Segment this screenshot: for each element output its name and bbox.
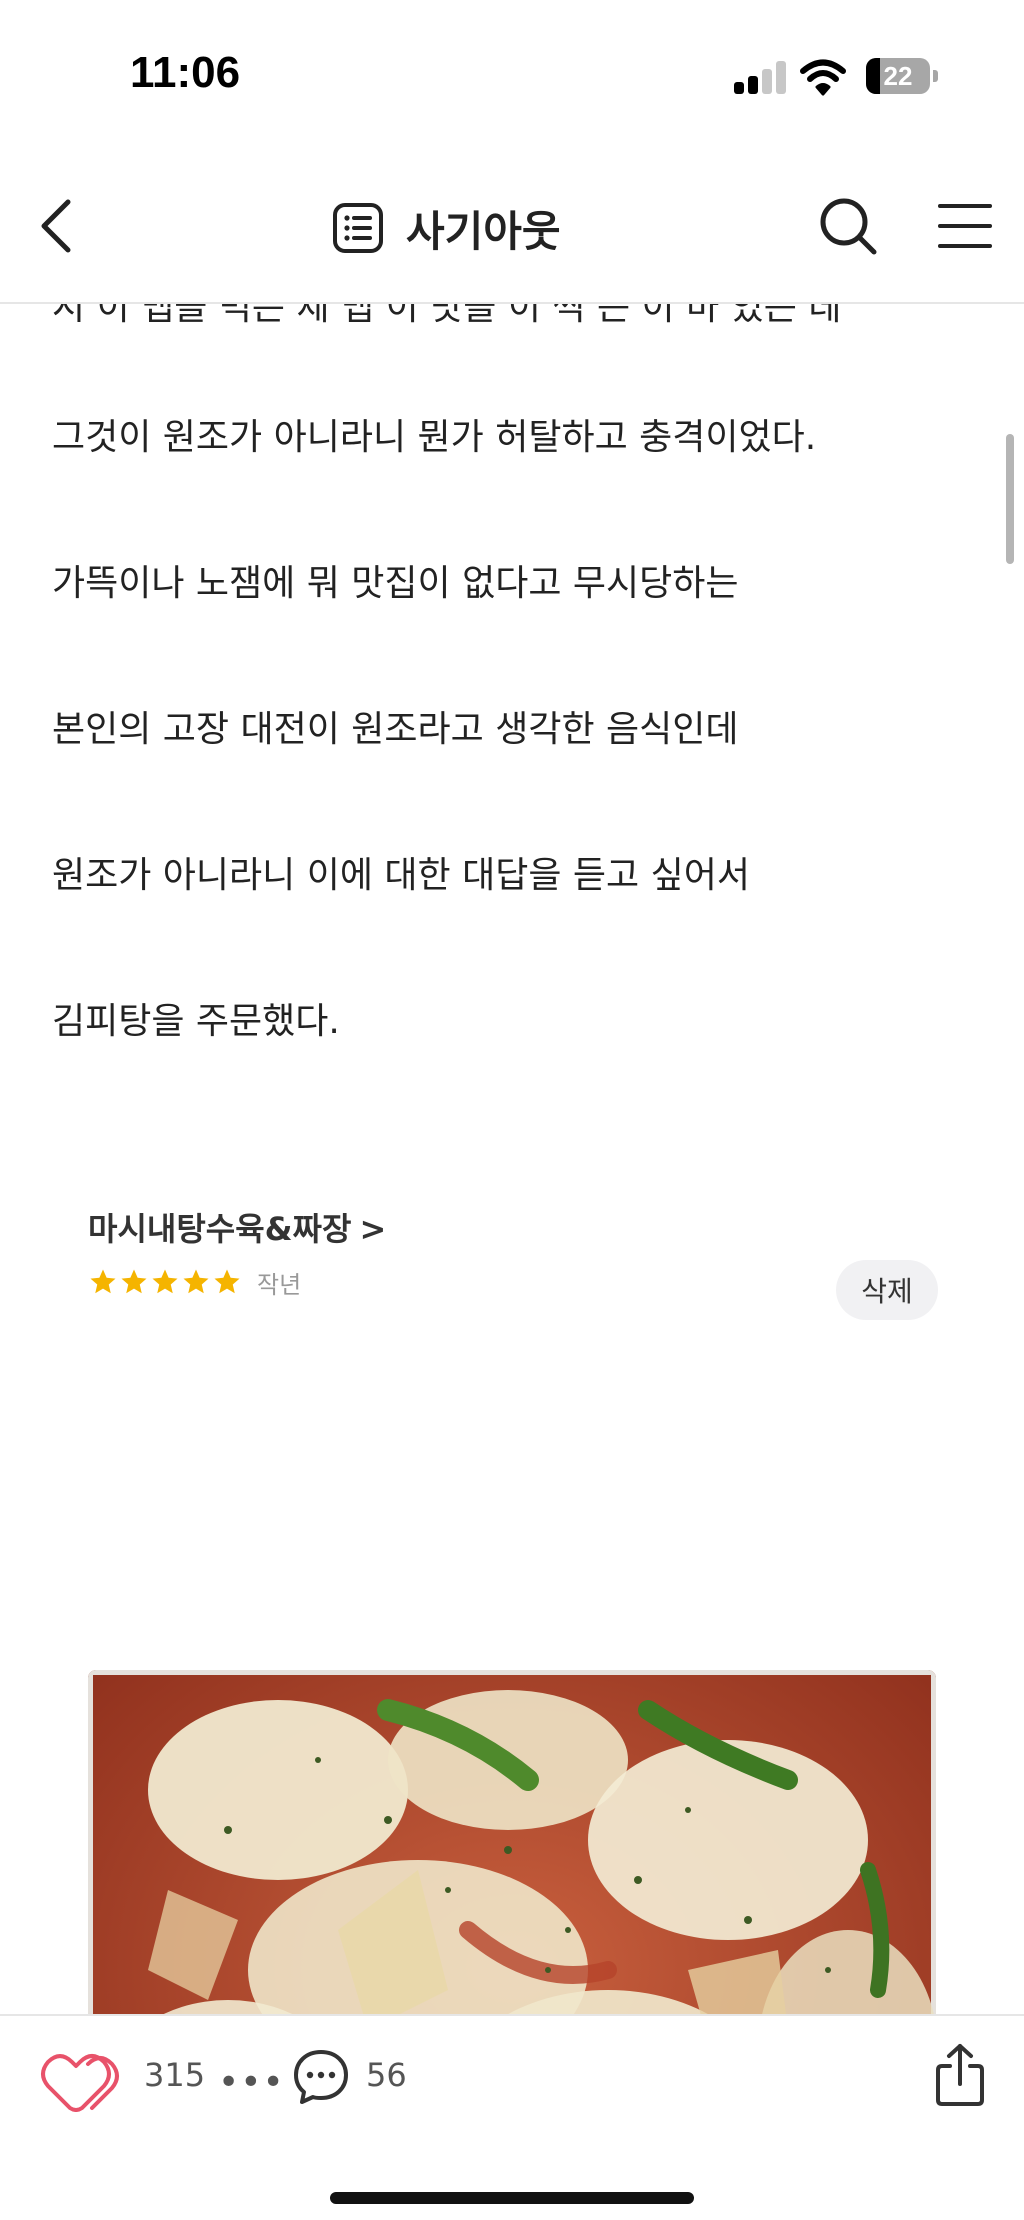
delete-button[interactable]: 삭제 xyxy=(836,1260,938,1320)
food-photo[interactable] xyxy=(88,1670,936,2014)
store-name-link[interactable]: 마시내탕수육&짜장 > xyxy=(88,1204,386,1250)
article-body: 시 이 맵을 먹은 제 맵 이 맛을 이 씩 는 이 마 있는 데 그것이 원조… xyxy=(0,304,1024,2014)
hamburger-menu-icon[interactable] xyxy=(936,196,994,256)
status-time: 11:06 xyxy=(130,48,241,97)
status-bar: 11:06 22 xyxy=(0,0,1024,150)
paragraph: 김피탕을 주문했다. xyxy=(52,1001,340,1042)
home-indicator[interactable] xyxy=(330,2192,694,2204)
star-icon xyxy=(90,1269,116,1294)
list-document-icon xyxy=(333,203,383,253)
paragraph: 그것이 원조가 아니라니 뭔가 허탈하고 충격이었다. xyxy=(52,417,817,458)
share-icon[interactable] xyxy=(934,2042,986,2108)
star-icon xyxy=(183,1269,209,1294)
blog-title: 사기아웃 xyxy=(406,206,561,256)
battery-icon: 22 xyxy=(866,58,938,94)
like-count: 315 xyxy=(144,2056,206,2094)
chevron-right-icon: > xyxy=(359,1210,387,1248)
top-nav-bar: 사기아웃 xyxy=(0,150,1024,304)
wifi-icon xyxy=(800,59,846,96)
paragraph: 원조가 아니라니 이에 대한 대답을 듣고 싶어서 xyxy=(52,855,750,896)
search-icon[interactable] xyxy=(816,194,880,258)
star-icon xyxy=(121,1269,147,1294)
partial-text-line: 시 이 맵을 먹은 제 맵 이 맛을 이 씩 는 이 마 있는 데 xyxy=(52,304,842,328)
scrollbar-thumb[interactable] xyxy=(1006,434,1014,564)
bottom-action-bar: 315 ••• 56 xyxy=(0,2014,1024,2220)
review-date: 작년 xyxy=(257,1270,302,1299)
battery-percent: 22 xyxy=(883,61,913,91)
star-rating: 작년 xyxy=(88,1264,301,1300)
paragraph: 본인의 고장 대전이 원조라고 생각한 음식인데 xyxy=(52,709,739,750)
star-icon xyxy=(214,1269,240,1294)
nav-title-area[interactable]: 사기아웃 xyxy=(332,198,561,258)
paragraph: 가뜩이나 노잼에 뭐 맛집이 없다고 무시당하는 xyxy=(52,563,739,604)
star-icon xyxy=(152,1269,178,1294)
chevron-left-icon[interactable] xyxy=(30,194,86,258)
more-options-icon[interactable]: ••• xyxy=(218,2062,284,2103)
heart-outline-icon[interactable] xyxy=(40,2050,126,2112)
speech-bubble-icon[interactable] xyxy=(292,2048,350,2106)
comment-count: 56 xyxy=(366,2056,407,2094)
cellular-signal-icon xyxy=(734,60,788,94)
store-name: 마시내탕수육&짜장 xyxy=(88,1210,352,1248)
